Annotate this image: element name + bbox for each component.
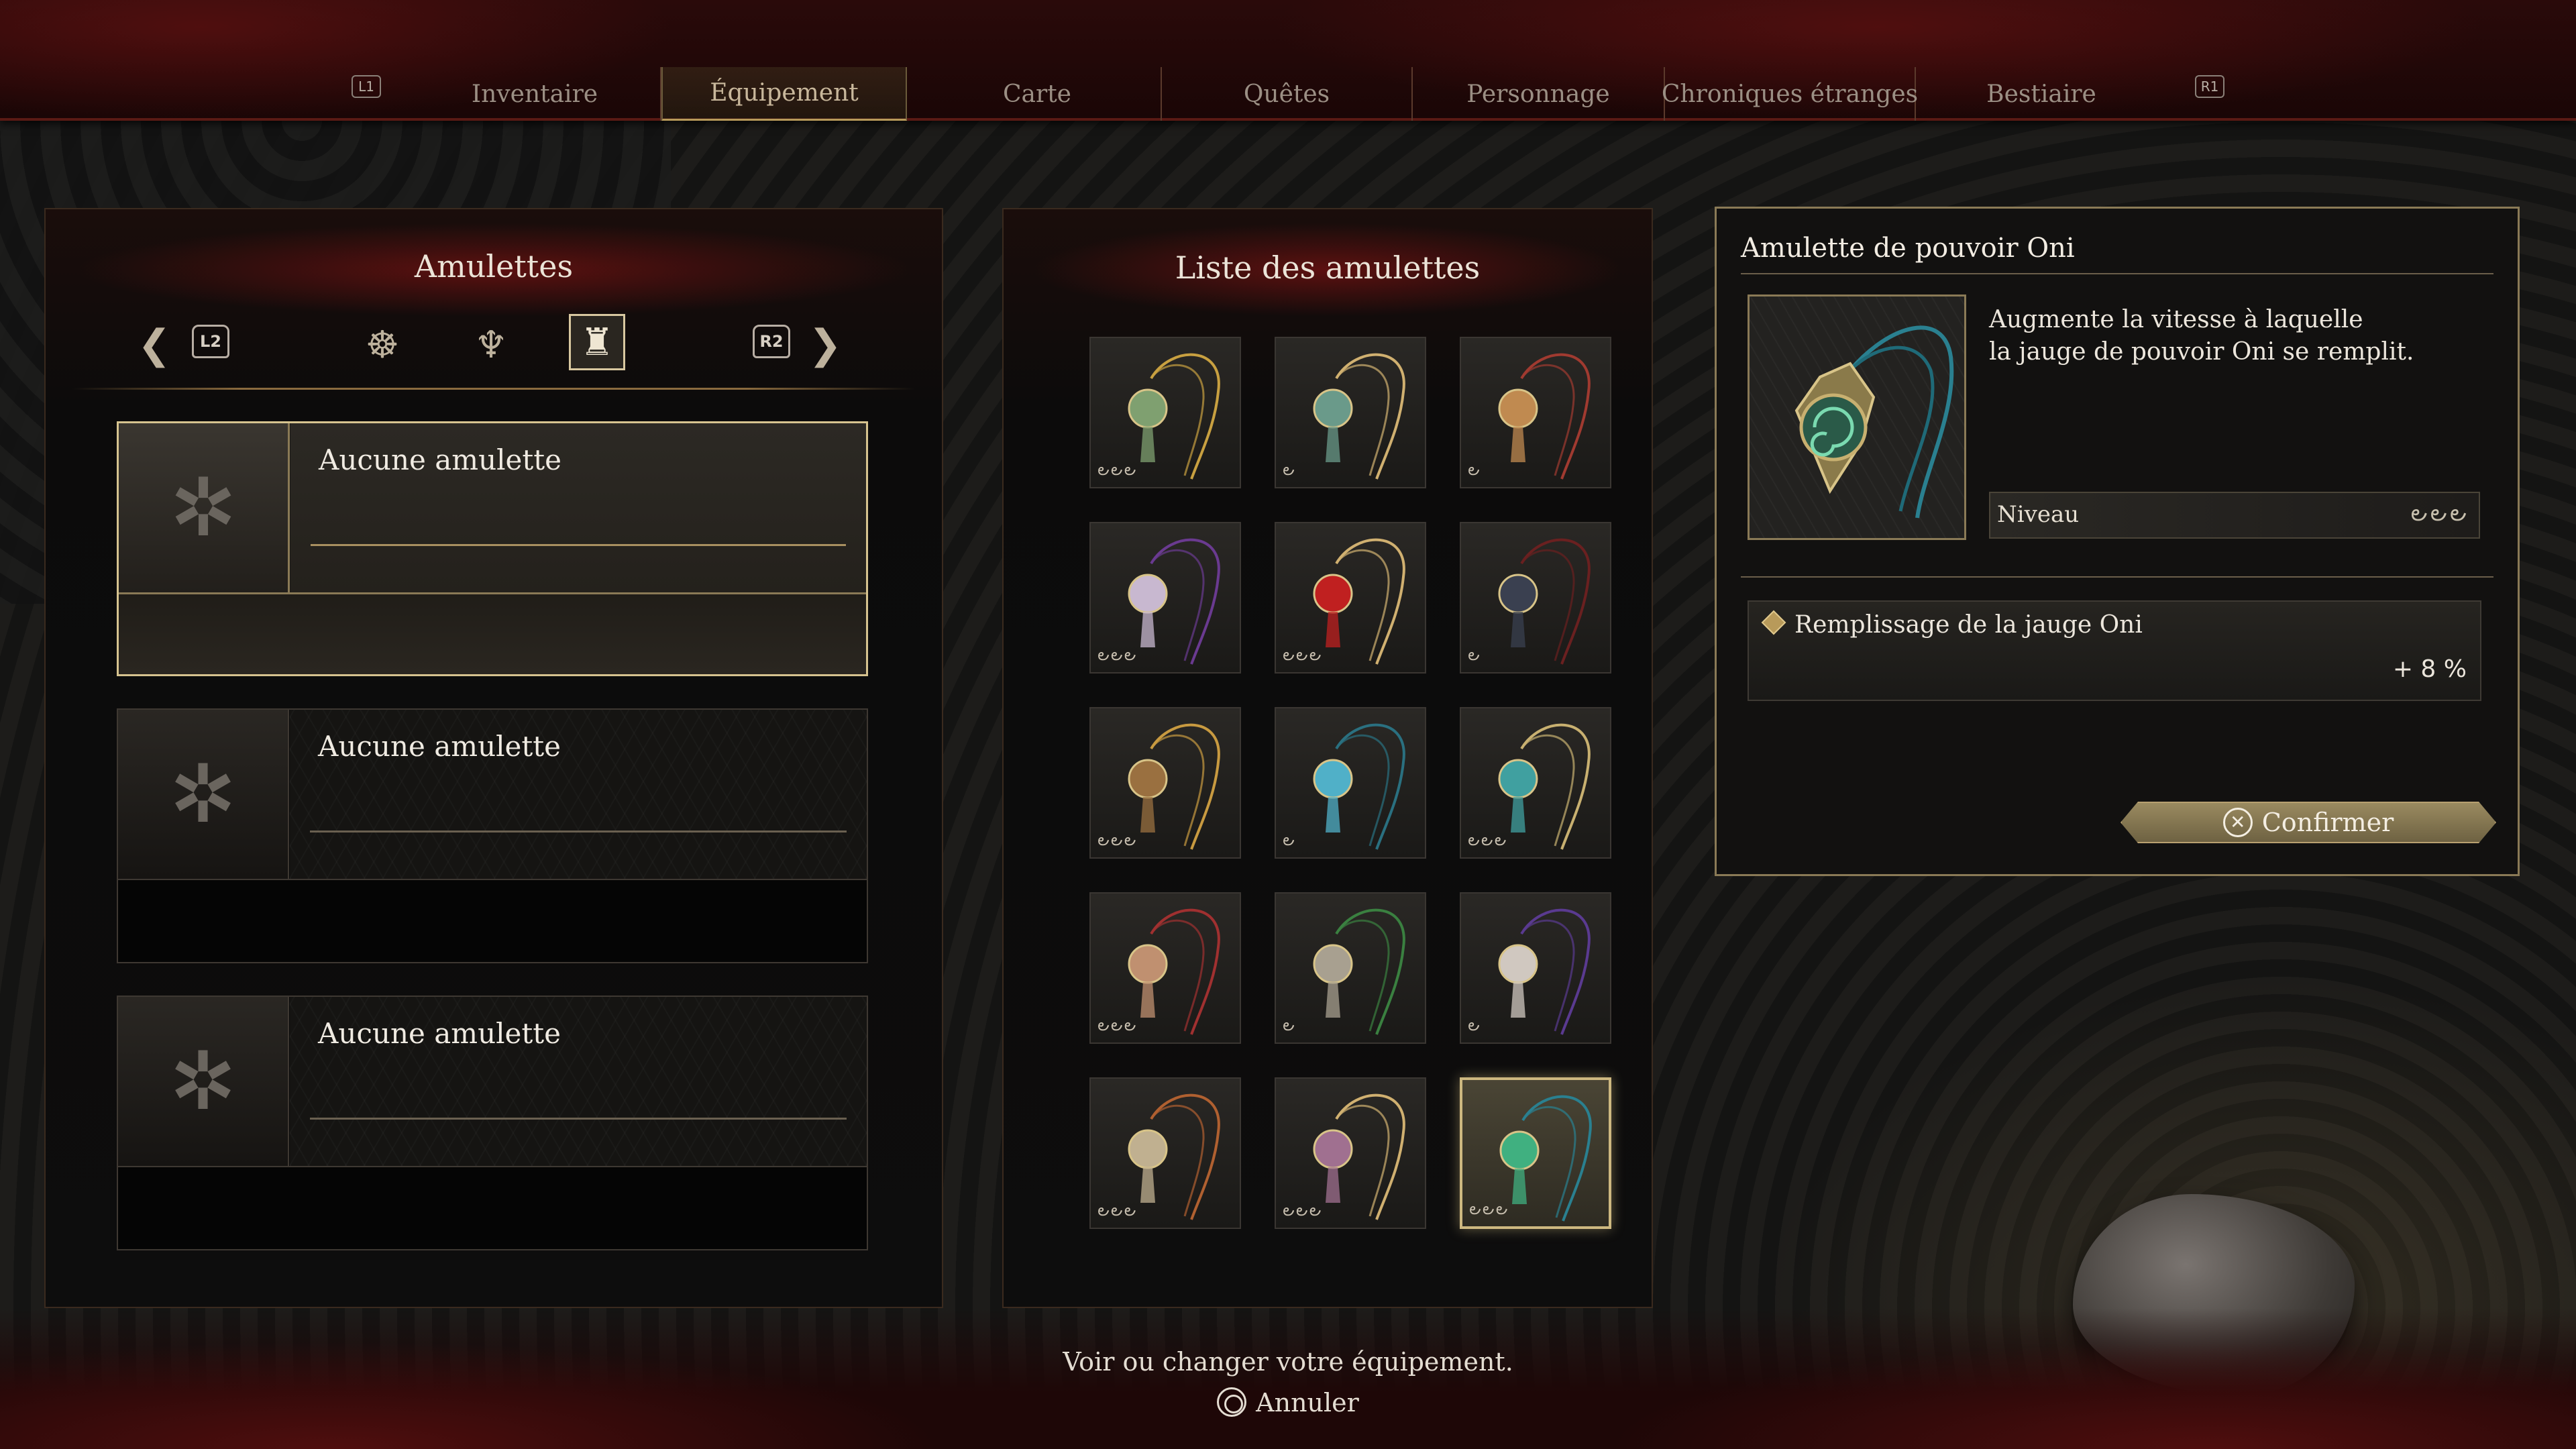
amulet-list-item[interactable]: ౿౿౿ [1460,707,1611,859]
circle-button-icon [1217,1387,1247,1417]
main-tabs: Inventaire Équipement Carte Quêtes Perso… [0,47,2576,127]
amulet-list-item[interactable]: ౿౿౿ [1089,1077,1241,1229]
level-pips-icon: ౿ [1468,1016,1481,1034]
l2-trigger-icon[interactable]: L2 [192,325,229,358]
level-pips-icon: ౿౿౿ [1469,1199,1509,1218]
slot-label: Aucune amulette [318,730,561,763]
level-pips-icon: ౿౿౿ [1097,460,1138,479]
amulet-dark-crow-icon [1498,538,1591,665]
level-pips-icon: ౿౿౿ [1283,1201,1323,1220]
category-oni-mask-icon[interactable]: ♆ [463,317,519,373]
diamond-bullet-icon [1761,610,1786,635]
stat-row: Remplissage de la jauge Oni + 8 % [1748,600,2481,701]
slot-label: Aucune amulette [319,443,562,476]
amulet-spiral-red-icon [1498,353,1591,480]
level-pips-icon: ౿౿౿ [1097,1016,1138,1034]
panel-title: Amulettes [414,248,574,284]
cancel-label: Annuler [1256,1388,1359,1417]
amulet-list-item[interactable]: ౿ [1460,522,1611,674]
prev-category-arrow-icon[interactable]: ❮ [126,317,182,373]
stat-name: Remplissage de la jauge Oni [1794,611,2143,639]
empty-slot-icon: ✲ [118,997,289,1166]
amulet-list-item[interactable]: ౿౿౿ [1275,1077,1426,1229]
detail-description: Augmente la vitesse à laquelle la jauge … [1989,306,2414,366]
stat-value: + 8 % [2392,655,2467,683]
level-pips-icon: ౿౿౿ [2410,500,2469,527]
tab-chroniques-etranges[interactable]: Chroniques étranges [1662,67,1918,121]
confirm-label: Confirmer [2261,808,2394,837]
level-pips-icon: ౿౿౿ [1468,830,1508,849]
level-pips-icon: ౿ [1468,645,1481,664]
level-pips-icon: ౿ [1468,460,1481,479]
empty-slot-icon: ✲ [118,710,289,879]
amulet-list-item[interactable]: ౿౿౿ [1089,337,1241,488]
cross-button-icon: ✕ [2223,808,2253,837]
amulet-blue-pouch-icon [1313,353,1405,480]
level-row: Niveau ౿౿౿ [1989,492,2480,539]
next-category-arrow-icon[interactable]: ❯ [797,317,853,373]
amulet-slot-2[interactable]: ✲ Aucune amulette [117,708,868,963]
oni-power-amulet-icon [1748,294,1966,540]
amulet-list-item[interactable]: ౿ [1275,892,1426,1044]
category-guardian-icon[interactable]: ♜ [569,314,625,370]
cancel-button[interactable]: Annuler [0,1387,2576,1417]
amulet-list-panel: Liste des amulettes ౿౿౿ ౿ ౿ ౿౿౿ ౿౿౿ ౿ ౿౿౿ ౿ ౿౿౿ ౿… [1002,208,1653,1308]
amulet-detail-panel: Amulette de pouvoir Oni Augmente la vite… [1715,207,2520,876]
level-pips-icon: ౿ [1283,830,1296,849]
amulet-list-item[interactable]: ౿ [1275,707,1426,859]
level-pips-icon: ౿౿౿ [1097,1201,1138,1220]
bottom-bar [0,1308,2576,1449]
amulet-list-item[interactable]: ౿ [1460,892,1611,1044]
amulet-list-item[interactable]: ౿౿౿ [1089,892,1241,1044]
tab-personnage[interactable]: Personnage [1413,67,1665,121]
amulet-list-item[interactable]: ౿౿౿ [1089,522,1241,674]
level-label: Niveau [1997,501,2080,528]
amulet-list-item[interactable]: ౿౿౿ [1089,707,1241,859]
level-pips-icon: ౿౿౿ [1097,645,1138,664]
empty-slot-icon: ✲ [119,423,290,592]
slot-label: Aucune amulette [318,1017,561,1050]
confirm-button[interactable]: ✕ Confirmer [2121,802,2496,843]
level-pips-icon: ౿౿౿ [1283,645,1323,664]
level-pips-icon: ౿౿౿ [1097,830,1138,849]
r2-trigger-icon[interactable]: R2 [753,325,790,358]
amulet-list-item[interactable]: ౿ [1460,337,1611,488]
level-pips-icon: ౿ [1283,460,1296,479]
tab-equipement[interactable]: Équipement [661,67,907,121]
amulet-list-item[interactable]: ౿ [1275,337,1426,488]
amulet-teal-feather-icon [1313,723,1405,850]
amulet-slot-1[interactable]: ✲ Aucune amulette [117,421,868,676]
detail-title: Amulette de pouvoir Oni [1741,233,2075,264]
tab-inventaire[interactable]: Inventaire [409,67,661,121]
category-bomb-icon[interactable]: ☸ [354,317,411,373]
amulet-slot-3[interactable]: ✲ Aucune amulette [117,996,868,1250]
level-pips-icon: ౿ [1283,1016,1296,1034]
tab-quetes[interactable]: Quêtes [1162,67,1413,121]
amulet-list-item[interactable]: ౿౿౿ [1460,1077,1611,1229]
tab-bestiaire[interactable]: Bestiaire [1916,67,2167,121]
amulet-green-fur-icon [1313,908,1405,1035]
amulet-slots-panel: Amulettes ❮ L2 ☸ ♆ ♜ R2 ❯ ✲ Aucune amule… [44,208,943,1308]
amulet-purple-fur-icon [1498,908,1591,1035]
amulet-list-item[interactable]: ౿౿౿ [1275,522,1426,674]
footer-hint: Voir ou changer votre équipement. [1063,1347,1513,1377]
panel-title: Liste des amulettes [1175,250,1481,286]
tab-carte[interactable]: Carte [914,67,1162,121]
